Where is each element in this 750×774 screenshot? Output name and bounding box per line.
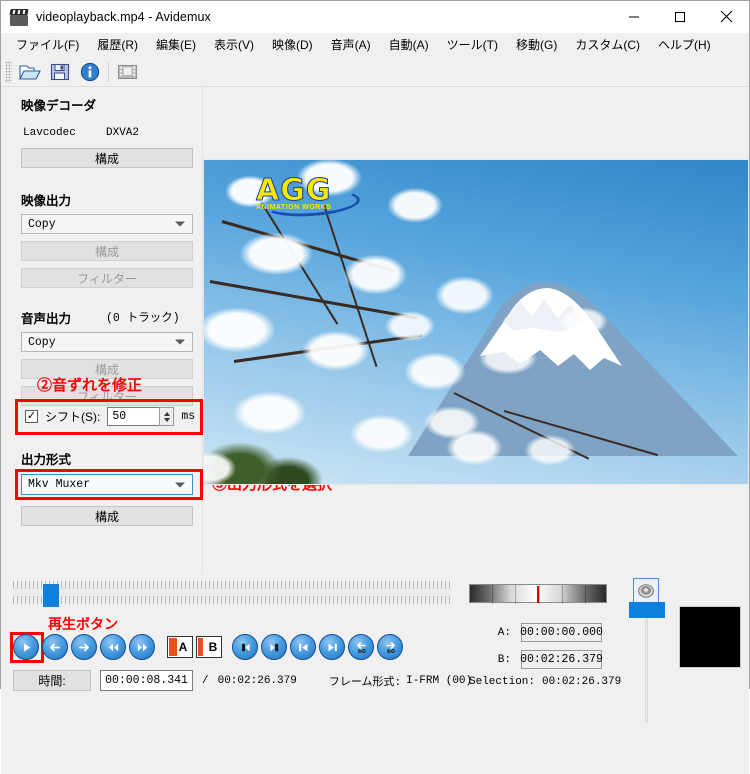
avidemux-window: videoplayback.mp4 - Avidemux ファイル(F) 履歴(…: [0, 0, 750, 774]
title-bar: videoplayback.mp4 - Avidemux: [1, 1, 749, 33]
save-file-icon[interactable]: [45, 59, 75, 85]
mark-b-button[interactable]: B: [196, 636, 222, 658]
video-output-codec-value: Copy: [28, 217, 56, 231]
video-properties-icon[interactable]: [112, 59, 142, 85]
fast-forward-button[interactable]: [129, 634, 155, 660]
agg-watermark: AGG ANIMATION WORKS: [256, 175, 366, 220]
decoder-codec-label: Lavcodec: [23, 127, 76, 139]
video-decoder-configure-button[interactable]: 構成: [21, 148, 193, 168]
audio-output-heading: 音声出力: [21, 312, 72, 326]
video-preview[interactable]: AGG ANIMATION WORKS: [203, 159, 749, 485]
close-button[interactable]: [703, 1, 749, 33]
clapperboard-icon: [9, 8, 29, 26]
frame-type-label: フレーム形式:: [328, 676, 402, 689]
marker-a-value[interactable]: 00:00:00.000: [520, 623, 603, 642]
menu-custom[interactable]: カスタム(C): [566, 36, 649, 55]
goto-marker-b-button[interactable]: [261, 634, 287, 660]
seek-bar[interactable]: [13, 581, 451, 607]
transport-buttons: A B b0 b0: [13, 634, 403, 660]
mark-a-label: A: [178, 640, 188, 654]
menu-audio[interactable]: 音声(A): [322, 36, 380, 55]
goto-marker-a-button[interactable]: [232, 634, 258, 660]
audio-output-codec-select[interactable]: Copy: [21, 332, 193, 352]
volume-slider-track[interactable]: [645, 613, 648, 723]
annotation-label-audio-shift: ②音ずれを修正: [37, 377, 143, 394]
time-row: 時間: 00:00:08.341 / 00:02:26.379 フレーム形式: …: [13, 670, 472, 691]
svg-text:b0: b0: [358, 649, 366, 654]
frame-type-value: I-FRM (00): [406, 674, 473, 687]
chevron-down-icon: [175, 339, 185, 345]
frame-thumbnail: [679, 606, 741, 668]
rewind-button[interactable]: [100, 634, 126, 660]
speaker-icon[interactable]: [633, 578, 659, 604]
audio-level-needle: [536, 586, 539, 603]
toolbar-grip[interactable]: [5, 60, 12, 83]
time-label-button[interactable]: 時間:: [13, 670, 91, 691]
left-settings-panel: 映像デコーダ Lavcodec DXVA2 構成 映像出力 Copy 構成 フィ…: [1, 87, 203, 573]
menu-view[interactable]: 表示(V): [205, 36, 263, 55]
total-time-label: 00:02:26.379: [217, 674, 297, 687]
cherry-blossoms-secondary: [354, 280, 634, 484]
video-output-filter-button[interactable]: フィルター: [21, 268, 193, 288]
output-format-configure-button[interactable]: 構成: [21, 506, 193, 526]
seek-thumb[interactable]: [43, 584, 59, 607]
toolbar-separator: [108, 61, 109, 82]
play-button[interactable]: [13, 634, 39, 660]
marker-b-value[interactable]: 00:02:26.379: [520, 650, 603, 669]
chevron-down-icon: [175, 221, 185, 227]
markers-block: A: 00:00:00.000 B: 00:02:26.379 Selectio…: [469, 623, 622, 688]
selection-label: Selection:: [469, 676, 536, 688]
previous-frame-button[interactable]: [42, 634, 68, 660]
window-controls: [611, 1, 749, 33]
decoder-accel-label: DXVA2: [106, 127, 140, 139]
minimize-button[interactable]: [611, 1, 657, 33]
marker-b-label: B:: [497, 653, 511, 666]
audio-track-count: (0 トラック): [106, 312, 180, 325]
svg-text:b0: b0: [387, 649, 395, 654]
menu-help[interactable]: ヘルプ(H): [649, 36, 720, 55]
main-content: 映像デコーダ Lavcodec DXVA2 構成 映像出力 Copy 構成 フィ…: [1, 87, 749, 774]
menu-file[interactable]: ファイル(F): [7, 36, 88, 55]
seek-ruler-bottom: [13, 597, 451, 604]
toolbar: [1, 57, 749, 87]
volume-slider-thumb[interactable]: [629, 602, 665, 618]
menu-video[interactable]: 映像(D): [263, 36, 322, 55]
audio-level-meter: [469, 584, 607, 604]
annotation-label-play-button: 再生ボタン: [48, 616, 118, 632]
previous-keyframe-button[interactable]: [290, 634, 316, 660]
output-format-heading: 出力形式: [21, 453, 72, 467]
previous-black-frame-button[interactable]: b0: [348, 634, 374, 660]
menu-tools[interactable]: ツール(T): [438, 36, 507, 55]
mark-a-button[interactable]: A: [167, 636, 193, 658]
open-file-icon[interactable]: [15, 59, 45, 85]
next-black-frame-button[interactable]: b0: [377, 634, 403, 660]
video-output-configure-button[interactable]: 構成: [21, 241, 193, 261]
time-separator: /: [202, 674, 209, 687]
menu-edit[interactable]: 編集(E): [147, 36, 205, 55]
mark-b-label: B: [208, 640, 218, 654]
annotation-box-audio-shift: [15, 399, 203, 435]
audio-output-codec-value: Copy: [28, 335, 56, 349]
menu-goto[interactable]: 移動(G): [507, 36, 566, 55]
info-icon[interactable]: [75, 59, 105, 85]
next-keyframe-button[interactable]: [319, 634, 345, 660]
seek-ruler-top: [13, 581, 451, 588]
annotation-box-output-format: [15, 469, 203, 500]
menu-auto[interactable]: 自動(A): [380, 36, 438, 55]
next-frame-button[interactable]: [71, 634, 97, 660]
player-controls-panel: 再生ボタン A B b0 b0 時間: 00:00:08.341 / 00:02…: [1, 573, 749, 774]
seek-track[interactable]: [13, 588, 451, 597]
menu-bar: ファイル(F) 履歴(R) 編集(E) 表示(V) 映像(D) 音声(A) 自動…: [1, 33, 749, 57]
menu-recent[interactable]: 履歴(R): [88, 36, 147, 55]
video-decoder-heading: 映像デコーダ: [21, 99, 97, 113]
selection-value: 00:02:26.379: [542, 676, 622, 688]
maximize-button[interactable]: [657, 1, 703, 33]
current-time-input[interactable]: 00:00:08.341: [100, 670, 193, 691]
video-output-codec-select[interactable]: Copy: [21, 214, 193, 234]
marker-a-label: A:: [497, 626, 511, 639]
video-output-heading: 映像出力: [21, 194, 72, 208]
window-title: videoplayback.mp4 - Avidemux: [36, 9, 211, 24]
